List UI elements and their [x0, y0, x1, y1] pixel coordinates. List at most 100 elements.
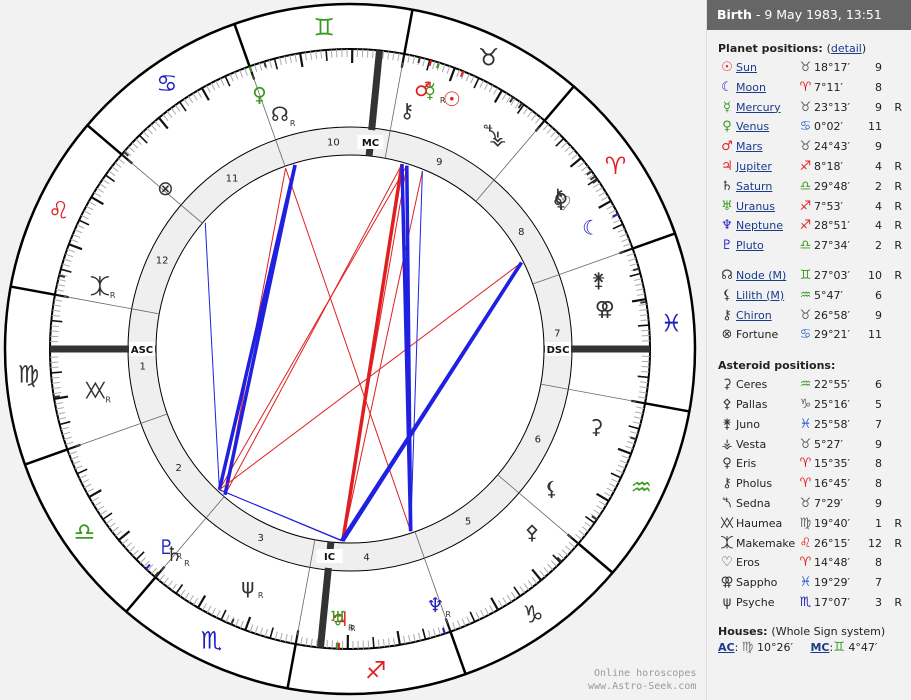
- point-name[interactable]: Chiron: [736, 309, 772, 322]
- degree-tick: [50, 325, 59, 327]
- zodiac-sign-icon: ♓: [799, 575, 812, 591]
- asteroid-house: 5: [875, 397, 882, 411]
- planet-name[interactable]: Sun: [736, 61, 757, 74]
- retrograde-flag: R: [176, 552, 182, 561]
- point-degree: 29°21′: [814, 328, 850, 342]
- planet-name[interactable]: Jupiter: [736, 160, 772, 173]
- positions-panel: Birth - 9 May 1983, 13:51 Planet positio…: [706, 0, 911, 700]
- zodiac-sign-icon: ♉: [799, 495, 812, 511]
- venus-icon: ♀: [252, 83, 267, 107]
- degree-tick: [372, 49, 374, 58]
- uranus-icon: ♅: [329, 607, 347, 631]
- point-degree: 5°47′: [814, 288, 843, 302]
- moon-icon: ☾: [721, 79, 733, 95]
- planet-row: ♅ Uranus ♐ 7°53′ 4 R: [718, 197, 911, 217]
- asteroid-house: 7: [875, 576, 882, 590]
- mars-icon: ♂: [414, 77, 432, 101]
- mars-icon: ♂: [721, 139, 733, 155]
- house-number: 5: [465, 516, 471, 527]
- asteroid-degree: 14°48′: [814, 556, 850, 570]
- planet-name[interactable]: Saturn: [736, 180, 772, 193]
- zodiac-sign-libra: ♎: [74, 518, 96, 546]
- eros-icon: ♡: [721, 555, 733, 571]
- saturn-icon: ♄: [721, 178, 733, 194]
- house-number: 1: [139, 362, 145, 373]
- planet-name[interactable]: Venus: [736, 120, 769, 133]
- planet-degree: 7°11′: [814, 80, 843, 94]
- watermark-line2[interactable]: www.Astro-Seek.com: [588, 680, 696, 693]
- zodiac-sign-icon: ♉: [799, 436, 812, 452]
- planet-house: 2: [875, 239, 882, 253]
- planet-row: ☿ Mercury ♉ 23°13′ 9 R: [718, 98, 911, 118]
- retrograde-flag: R: [894, 595, 902, 609]
- pallas-icon: ⚴: [525, 520, 540, 544]
- retrograde-flag: R: [440, 96, 446, 105]
- planet-name[interactable]: Moon: [736, 81, 766, 94]
- degree-tick: [51, 319, 63, 323]
- asteroid-degree: 22°55′: [814, 378, 850, 392]
- asteroid-degree: 25°58′: [814, 417, 850, 431]
- zodiac-sign-icon: ♉: [799, 139, 812, 155]
- haumea-icon: ⯵: [84, 378, 106, 402]
- sedna-icon: ⯲: [722, 495, 732, 511]
- point-name: Fortune: [736, 328, 779, 342]
- planet-name[interactable]: Mars: [736, 140, 763, 153]
- point-row: ⚸ Lilith (M) ♒ 5°47′ 6: [718, 286, 911, 306]
- house-number: 12: [156, 256, 169, 267]
- asteroid-house: 1: [875, 516, 882, 530]
- detail-link[interactable]: detail: [831, 42, 862, 55]
- planet-house: 8: [875, 80, 882, 94]
- asteroid-name: Makemake: [736, 536, 796, 550]
- point-name[interactable]: Lilith (M): [736, 289, 784, 302]
- planet-degree: 8°18′: [814, 159, 843, 173]
- planet-house: 9: [875, 61, 882, 74]
- zodiac-sign-icon: ♉: [799, 60, 812, 75]
- juno-icon: ⚵: [722, 416, 732, 432]
- zodiac-sign-taurus: ♉: [478, 44, 500, 72]
- mc-link[interactable]: MC: [810, 641, 829, 654]
- retrograde-flag: R: [894, 239, 902, 253]
- asteroid-row: ⚶ Vesta ♉ 5°27′ 9: [718, 435, 911, 455]
- asteroid-house: 3: [875, 595, 882, 609]
- houses-angles: AC: ♍ 10°26′ MC:♊ 4°47′: [718, 639, 878, 655]
- asteroid-row: ⚵ Juno ♓ 25°58′ 7: [718, 415, 911, 435]
- asteroid-list: ⚳ Ceres ♒ 22°55′ 6 ⚴ Pallas ♑ 25°16′ 5 ⚵ Juno ♓ 25°58…: [718, 375, 911, 613]
- retrograde-flag: R: [894, 159, 902, 173]
- planet-row: ☾ Moon ♈ 7°11′ 8: [718, 78, 911, 98]
- part-of-fortune-icon: ⊗: [157, 176, 174, 200]
- sun-icon: ☉: [721, 60, 733, 75]
- eris-icon: ♀: [722, 456, 732, 472]
- zodiac-sign-icon: ♊: [799, 267, 812, 283]
- zodiac-sign-scorpio: ♏: [201, 626, 223, 654]
- house-number: 2: [176, 463, 182, 474]
- point-row: ⚷ Chiron ♉ 26°58′ 9: [718, 306, 911, 326]
- house-number: 3: [257, 533, 263, 544]
- house-number: 6: [535, 434, 541, 445]
- asteroid-row: ⚳ Ceres ♒ 22°55′ 6: [718, 375, 911, 395]
- asteroid-row: ⯵ Haumea ♍ 19°40′ 1 R: [718, 514, 911, 534]
- planet-degree: 23°13′: [814, 100, 850, 114]
- ac-link[interactable]: AC: [718, 641, 735, 654]
- mercury-icon: ☿: [723, 99, 731, 115]
- asteroid-degree: 7°29′: [814, 496, 843, 510]
- part-of-fortune-icon: ⊗: [721, 327, 733, 343]
- point-name[interactable]: Node (M): [736, 269, 786, 282]
- planet-name[interactable]: Uranus: [736, 200, 775, 213]
- asteroid-row: ⚷ Pholus ♈ 16°45′ 8: [718, 474, 911, 494]
- planet-name[interactable]: Pluto: [736, 239, 764, 252]
- planet-row: ♀ Venus ♋ 0°02′ 11: [718, 117, 911, 137]
- sedna-icon: ⯲: [484, 121, 498, 145]
- sun-icon: ☉: [443, 87, 461, 111]
- psyche-icon: ψ: [241, 574, 254, 598]
- asteroid-name: Ceres: [736, 378, 768, 392]
- haumea-icon: ⯵: [719, 515, 735, 531]
- planet-name[interactable]: Mercury: [736, 101, 781, 114]
- ic-axis-stub: [326, 541, 335, 551]
- planet-name[interactable]: Neptune: [736, 219, 783, 232]
- retrograde-flag: R: [894, 179, 902, 193]
- zodiac-sign-icon: ♈: [799, 456, 812, 472]
- zodiac-sign-icon: ♎: [799, 238, 812, 254]
- asteroid-house: 12: [868, 536, 882, 550]
- asteroid-row: ⚴ Pallas ♑ 25°16′ 5: [718, 395, 911, 415]
- zodiac-sign-icon: ♏: [799, 594, 812, 610]
